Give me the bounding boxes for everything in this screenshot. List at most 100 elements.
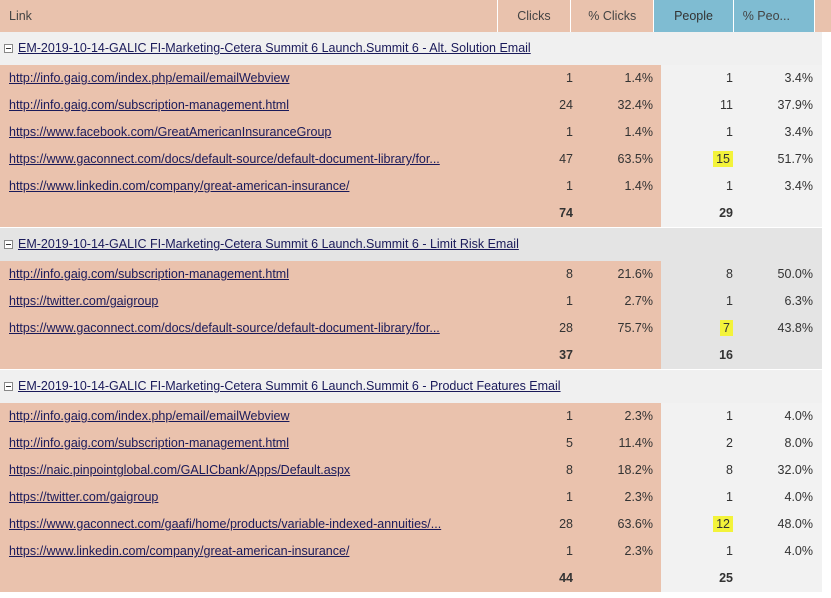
totals-row: 74 29 [0,200,822,227]
clicks-value: 1 [566,409,573,423]
pct-clicks-value: 63.6% [617,517,653,531]
column-header-row: Link Clicks % Clicks People % Peo... [0,0,831,32]
pct-people-value: 50.0% [777,267,813,281]
table-row: https://www.gaconnect.com/gaafi/home/pro… [0,511,822,538]
group-header: EM-2019-10-14-GALIC FI-Marketing-Cetera … [0,32,822,65]
clicks-value: 47 [559,152,573,166]
link-url[interactable]: https://www.facebook.com/GreatAmericanIn… [9,119,499,146]
people-cell: 12 [661,511,733,538]
link-url[interactable]: http://info.gaig.com/subscription-manage… [9,92,499,119]
link-url[interactable]: https://www.gaconnect.com/docs/default-s… [9,315,499,342]
pct-people-value: 3.4% [784,71,814,85]
pct-clicks-value: 32.4% [617,98,653,112]
people-cell: 1 [661,403,733,430]
people-value: 1 [726,294,733,308]
pct-clicks-value: 1.4% [624,179,654,193]
column-header-pct-people[interactable]: % Peo... [733,0,815,32]
link-report-grid: Link Clicks % Clicks People % Peo... EM-… [0,0,831,598]
link-url[interactable]: https://www.gaconnect.com/docs/default-s… [9,146,499,173]
pct-clicks-value: 18.2% [617,463,653,477]
pct-people-value: 6.3% [784,294,814,308]
pct-clicks-value: 2.3% [624,409,654,423]
people-cell: 1 [661,288,733,315]
pct-clicks-value: 63.5% [617,152,653,166]
total-clicks: 44 [559,571,573,585]
link-url[interactable]: http://info.gaig.com/index.php/email/ema… [9,65,499,92]
pct-clicks-value: 11.4% [618,436,653,450]
clicks-value: 8 [566,267,573,281]
table-row: http://info.gaig.com/subscription-manage… [0,92,822,119]
table-row: http://info.gaig.com/index.php/email/ema… [0,65,822,92]
people-value: 1 [726,71,733,85]
column-header-pct-clicks[interactable]: % Clicks [571,0,655,32]
pct-clicks-value: 1.4% [624,125,654,139]
group-body: http://info.gaig.com/index.php/email/ema… [0,65,822,227]
pct-people-value: 4.0% [784,544,814,558]
people-value: 8 [726,267,733,281]
total-people: 25 [719,571,733,585]
group-title-link[interactable]: EM-2019-10-14-GALIC FI-Marketing-Cetera … [18,41,531,55]
total-people: 29 [719,206,733,220]
people-value: 1 [726,409,733,423]
pct-clicks-value: 1.4% [624,71,654,85]
link-url[interactable]: https://www.gaconnect.com/gaafi/home/pro… [9,511,499,538]
table-row: https://www.gaconnect.com/docs/default-s… [0,146,822,173]
clicks-value: 8 [566,463,573,477]
link-url[interactable]: http://info.gaig.com/subscription-manage… [9,261,499,288]
table-row: https://www.linkedin.com/company/great-a… [0,173,822,200]
column-header-people[interactable]: People [654,0,734,32]
people-cell: 1 [661,65,733,92]
link-url[interactable]: https://naic.pinpointglobal.com/GALICban… [9,457,499,484]
link-url[interactable]: https://twitter.com/gaigroup [9,484,499,511]
people-cell: 15 [661,146,733,173]
clicks-value: 24 [559,98,573,112]
table-row: https://www.facebook.com/GreatAmericanIn… [0,119,822,146]
people-value: 1 [726,125,733,139]
link-url[interactable]: http://info.gaig.com/subscription-manage… [9,430,499,457]
totals-row: 44 25 [0,565,822,592]
people-cell: 8 [661,457,733,484]
link-url[interactable]: https://twitter.com/gaigroup [9,288,499,315]
link-url[interactable]: https://www.linkedin.com/company/great-a… [9,538,499,565]
people-value-highlighted: 15 [713,151,733,167]
group-body: http://info.gaig.com/index.php/email/ema… [0,403,822,592]
group-title-link[interactable]: EM-2019-10-14-GALIC FI-Marketing-Cetera … [18,379,561,393]
link-url[interactable]: http://info.gaig.com/index.php/email/ema… [9,403,499,430]
people-value-highlighted: 7 [720,320,733,336]
pct-clicks-value: 75.7% [617,321,653,335]
column-header-filler [814,0,831,32]
pct-clicks-value: 21.6% [617,267,653,281]
collapse-toggle-icon[interactable] [4,382,13,392]
column-header-link[interactable]: Link [0,0,498,32]
people-value: 8 [726,463,733,477]
table-row: https://www.linkedin.com/company/great-a… [0,538,822,565]
pct-people-value: 51.7% [777,152,813,166]
people-cell: 1 [661,119,733,146]
total-clicks: 74 [559,206,573,220]
people-cell: 1 [661,484,733,511]
table-row: https://naic.pinpointglobal.com/GALICban… [0,457,822,484]
pct-people-value: 48.0% [777,517,813,531]
pct-people-value: 37.9% [777,98,813,112]
clicks-value: 1 [566,179,573,193]
group-header: EM-2019-10-14-GALIC FI-Marketing-Cetera … [0,228,822,261]
column-header-clicks[interactable]: Clicks [497,0,572,32]
people-cell: 1 [661,538,733,565]
group-header: EM-2019-10-14-GALIC FI-Marketing-Cetera … [0,370,822,403]
clicks-value: 1 [566,125,573,139]
clicks-value: 1 [566,544,573,558]
pct-clicks-value: 2.7% [624,294,654,308]
clicks-value: 1 [566,71,573,85]
people-value: 11 [720,98,733,112]
people-value: 1 [726,544,733,558]
pct-people-value: 3.4% [784,179,814,193]
collapse-toggle-icon[interactable] [4,240,13,250]
pct-people-value: 8.0% [784,436,814,450]
table-row: http://info.gaig.com/index.php/email/ema… [0,403,822,430]
collapse-toggle-icon[interactable] [4,44,13,54]
people-cell: 7 [661,315,733,342]
pct-clicks-value: 2.3% [624,544,654,558]
group-title-link[interactable]: EM-2019-10-14-GALIC FI-Marketing-Cetera … [18,237,519,251]
people-value: 1 [726,179,733,193]
link-url[interactable]: https://www.linkedin.com/company/great-a… [9,173,499,200]
